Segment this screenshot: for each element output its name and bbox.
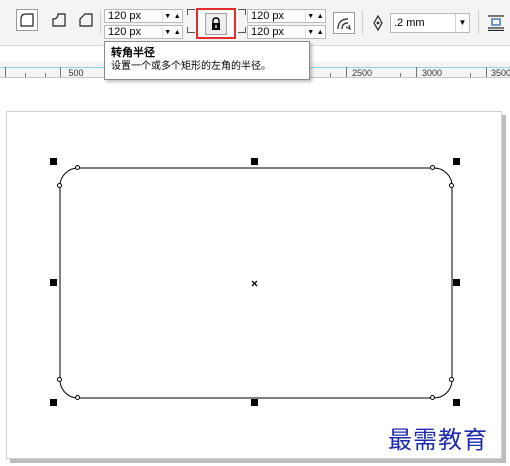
corner-node[interactable]	[57, 183, 62, 188]
tooltip-description: 设置一个或多个矩形的左角的半径。	[111, 61, 271, 72]
ruler-label: 500	[68, 68, 84, 78]
corner-radius-bottom-left-input[interactable]: 120 px ▼ ▲	[104, 25, 183, 39]
top-right-corner-indicator	[238, 9, 246, 15]
spin-up-icon[interactable]: ▲	[174, 13, 181, 20]
rounded-rectangle[interactable]	[0, 79, 510, 466]
corner-radius-bottom-right-input[interactable]: 120 px ▼ ▲	[247, 25, 326, 39]
bottom-right-corner-indicator	[238, 27, 246, 33]
separator	[478, 10, 479, 34]
selection-handle-bottom-right[interactable]	[453, 399, 460, 406]
selection-handle-left[interactable]	[50, 279, 57, 286]
lock-icon	[212, 16, 220, 30]
ruler-tick	[416, 67, 417, 77]
selection-handle-bottom-left[interactable]	[50, 399, 57, 406]
corner-node[interactable]	[75, 165, 80, 170]
wrap-text-button[interactable]	[485, 12, 507, 34]
spinner-arrows[interactable]: ▼ ▲	[162, 10, 182, 22]
relative-corner-scaling-icon	[337, 18, 351, 31]
watermark: 最需教育	[388, 426, 488, 454]
spin-up-icon[interactable]: ▲	[317, 13, 324, 20]
ruler-tick	[60, 67, 61, 77]
edit-corners-together-button[interactable]	[205, 12, 227, 35]
spin-down-icon[interactable]: ▼	[307, 13, 314, 20]
selection-handle-top[interactable]	[251, 158, 258, 165]
chamfered-corner-icon	[79, 13, 93, 27]
ruler-tick	[330, 73, 331, 77]
round-corner-icon	[20, 13, 34, 27]
ruler-tick	[486, 67, 487, 77]
ruler-label: 3000	[421, 68, 443, 78]
spinner-arrows[interactable]: ▼ ▲	[305, 26, 325, 38]
spin-down-icon[interactable]: ▼	[307, 29, 314, 36]
ruler-tick	[346, 67, 347, 77]
outline-pen-button[interactable]	[367, 12, 389, 34]
corner-node[interactable]	[430, 395, 435, 400]
outline-width-value: .2 mm	[394, 17, 425, 29]
selection-handle-top-right[interactable]	[453, 158, 460, 165]
corner-node[interactable]	[430, 165, 435, 170]
lock-highlight	[196, 8, 236, 39]
ruler-tick	[45, 73, 46, 77]
corner-radius-top-left-input[interactable]: 120 px ▼ ▲	[104, 9, 183, 23]
chamfered-corner-button[interactable]	[75, 9, 97, 31]
selection-handle-bottom[interactable]	[251, 399, 258, 406]
scalloped-corner-icon	[52, 13, 66, 27]
round-corner-button[interactable]	[16, 9, 38, 31]
ruler-label: 3500	[490, 68, 510, 78]
spin-down-icon[interactable]: ▼	[164, 29, 171, 36]
selection-handle-top-left[interactable]	[50, 158, 57, 165]
scalloped-corner-button[interactable]	[48, 9, 70, 31]
corner-node[interactable]	[449, 183, 454, 188]
corner-node[interactable]	[57, 377, 62, 382]
chevron-down-icon[interactable]: ▼	[455, 14, 469, 32]
property-bar: 120 px ▼ ▲ 120 px ▼ ▲ 120 px ▼ ▲ 120 px …	[0, 0, 510, 46]
outline-width-select[interactable]: .2 mm ▼	[390, 13, 470, 33]
corner-radius-bottom-right-value: 120 px	[251, 26, 285, 38]
pen-nib-icon	[373, 15, 383, 31]
spinner-arrows[interactable]: ▼ ▲	[305, 10, 325, 22]
corner-radius-tooltip: 转角半径 设置一个或多个矩形的左角的半径。	[104, 41, 310, 80]
top-left-corner-indicator	[187, 9, 195, 15]
ruler-tick	[400, 73, 401, 77]
spin-up-icon[interactable]: ▲	[317, 29, 324, 36]
spinner-arrows[interactable]: ▼ ▲	[162, 26, 182, 38]
ruler-label: 2500	[351, 68, 373, 78]
selection-handle-right[interactable]	[453, 279, 460, 286]
ruler-tick	[25, 73, 26, 77]
tooltip-title: 转角半径	[111, 46, 155, 59]
drawing-canvas[interactable]	[0, 79, 510, 466]
corner-radius-top-right-input[interactable]: 120 px ▼ ▲	[247, 9, 326, 23]
relative-corner-scaling-button[interactable]	[333, 12, 355, 34]
ruler-tick	[5, 67, 6, 77]
corner-radius-top-left-value: 120 px	[108, 10, 142, 22]
corner-node[interactable]	[75, 395, 80, 400]
corner-radius-top-right-value: 120 px	[251, 10, 285, 22]
separator	[100, 10, 101, 34]
text-wrap-icon	[488, 15, 504, 31]
corner-radius-bottom-left-value: 120 px	[108, 26, 142, 38]
spin-up-icon[interactable]: ▲	[174, 29, 181, 36]
ruler-tick	[470, 73, 471, 77]
corner-node[interactable]	[449, 377, 454, 382]
separator	[362, 10, 363, 34]
bottom-left-corner-indicator	[187, 27, 195, 33]
spin-down-icon[interactable]: ▼	[164, 13, 171, 20]
